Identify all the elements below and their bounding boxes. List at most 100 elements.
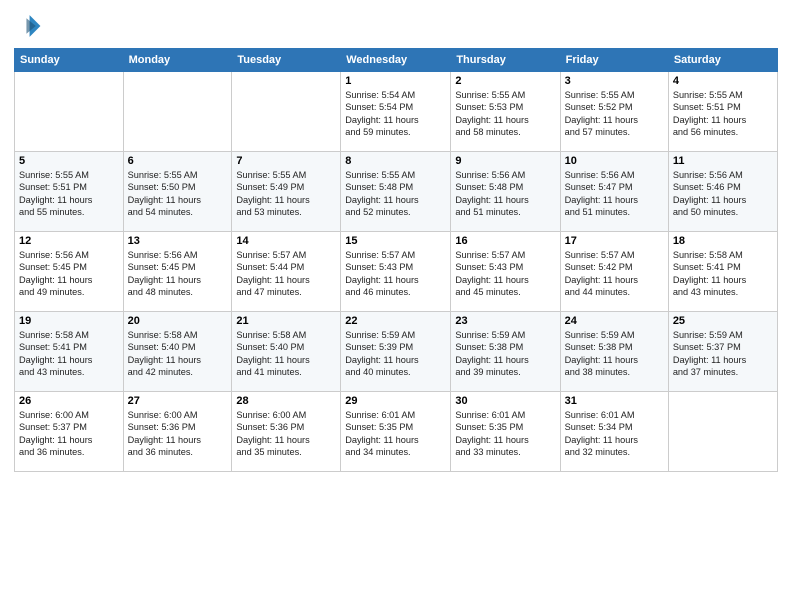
day-number: 5 (19, 155, 119, 167)
day-number: 22 (345, 315, 446, 327)
day-info: Sunrise: 5:55 AM Sunset: 5:50 PM Dayligh… (128, 169, 228, 219)
day-info: Sunrise: 5:58 AM Sunset: 5:40 PM Dayligh… (236, 329, 336, 379)
calendar-cell: 22 Sunrise: 5:59 AM Sunset: 5:39 PM Dayli… (341, 312, 451, 392)
day-info: Sunrise: 5:55 AM Sunset: 5:51 PM Dayligh… (19, 169, 119, 219)
day-info: Sunrise: 5:56 AM Sunset: 5:46 PM Dayligh… (673, 169, 773, 219)
day-number: 13 (128, 235, 228, 247)
day-info: Sunrise: 5:57 AM Sunset: 5:43 PM Dayligh… (455, 249, 555, 299)
day-info: Sunrise: 6:01 AM Sunset: 5:34 PM Dayligh… (565, 409, 664, 459)
weekday-header: Friday (560, 49, 668, 72)
day-number: 23 (455, 315, 555, 327)
day-info: Sunrise: 5:55 AM Sunset: 5:53 PM Dayligh… (455, 89, 555, 139)
calendar-cell: 26 Sunrise: 6:00 AM Sunset: 5:37 PM Dayli… (15, 392, 124, 472)
day-number: 19 (19, 315, 119, 327)
day-number: 20 (128, 315, 228, 327)
day-number: 2 (455, 75, 555, 87)
day-info: Sunrise: 5:59 AM Sunset: 5:38 PM Dayligh… (565, 329, 664, 379)
day-number: 4 (673, 75, 773, 87)
calendar-cell (668, 392, 777, 472)
day-info: Sunrise: 5:55 AM Sunset: 5:52 PM Dayligh… (565, 89, 664, 139)
day-info: Sunrise: 6:01 AM Sunset: 5:35 PM Dayligh… (455, 409, 555, 459)
calendar-cell: 15 Sunrise: 5:57 AM Sunset: 5:43 PM Dayli… (341, 232, 451, 312)
day-info: Sunrise: 5:55 AM Sunset: 5:49 PM Dayligh… (236, 169, 336, 219)
calendar-cell: 20 Sunrise: 5:58 AM Sunset: 5:40 PM Dayli… (123, 312, 232, 392)
calendar-cell: 16Sunrise: 5:57 AM Sunset: 5:43 PM Dayli… (451, 232, 560, 312)
calendar-cell: 2 Sunrise: 5:55 AM Sunset: 5:53 PM Daylig… (451, 72, 560, 152)
day-info: Sunrise: 5:56 AM Sunset: 5:45 PM Dayligh… (128, 249, 228, 299)
day-number: 8 (345, 155, 446, 167)
day-info: Sunrise: 5:55 AM Sunset: 5:48 PM Dayligh… (345, 169, 446, 219)
day-number: 6 (128, 155, 228, 167)
calendar-cell (15, 72, 124, 152)
weekday-header: Wednesday (341, 49, 451, 72)
calendar-week-row: 1Sunrise: 5:54 AM Sunset: 5:54 PM Daylig… (15, 72, 778, 152)
day-number: 15 (345, 235, 446, 247)
calendar-cell: 8 Sunrise: 5:55 AM Sunset: 5:48 PM Daylig… (341, 152, 451, 232)
weekday-header: Tuesday (232, 49, 341, 72)
calendar-cell: 23Sunrise: 5:59 AM Sunset: 5:38 PM Dayli… (451, 312, 560, 392)
day-info: Sunrise: 5:59 AM Sunset: 5:37 PM Dayligh… (673, 329, 773, 379)
calendar-cell (123, 72, 232, 152)
day-info: Sunrise: 5:58 AM Sunset: 5:40 PM Dayligh… (128, 329, 228, 379)
calendar-cell: 30 Sunrise: 6:01 AM Sunset: 5:35 PM Dayli… (451, 392, 560, 472)
day-info: Sunrise: 5:58 AM Sunset: 5:41 PM Dayligh… (673, 249, 773, 299)
page: SundayMondayTuesdayWednesdayThursdayFrid… (0, 0, 792, 612)
calendar-cell: 10Sunrise: 5:56 AM Sunset: 5:47 PM Dayli… (560, 152, 668, 232)
weekday-header: Saturday (668, 49, 777, 72)
calendar-cell: 17Sunrise: 5:57 AM Sunset: 5:42 PM Dayli… (560, 232, 668, 312)
day-info: Sunrise: 5:56 AM Sunset: 5:48 PM Dayligh… (455, 169, 555, 219)
day-number: 25 (673, 315, 773, 327)
calendar-week-row: 5 Sunrise: 5:55 AM Sunset: 5:51 PM Daylig… (15, 152, 778, 232)
day-number: 29 (345, 395, 446, 407)
calendar: SundayMondayTuesdayWednesdayThursdayFrid… (14, 48, 778, 472)
calendar-cell: 5 Sunrise: 5:55 AM Sunset: 5:51 PM Daylig… (15, 152, 124, 232)
day-info: Sunrise: 5:55 AM Sunset: 5:51 PM Dayligh… (673, 89, 773, 139)
day-number: 28 (236, 395, 336, 407)
day-number: 26 (19, 395, 119, 407)
calendar-cell: 6 Sunrise: 5:55 AM Sunset: 5:50 PM Daylig… (123, 152, 232, 232)
day-number: 3 (565, 75, 664, 87)
calendar-cell: 28 Sunrise: 6:00 AM Sunset: 5:36 PM Dayli… (232, 392, 341, 472)
day-number: 21 (236, 315, 336, 327)
calendar-cell: 21 Sunrise: 5:58 AM Sunset: 5:40 PM Dayli… (232, 312, 341, 392)
calendar-cell: 31 Sunrise: 6:01 AM Sunset: 5:34 PM Dayli… (560, 392, 668, 472)
day-number: 24 (565, 315, 664, 327)
day-info: Sunrise: 5:57 AM Sunset: 5:43 PM Dayligh… (345, 249, 446, 299)
calendar-header: SundayMondayTuesdayWednesdayThursdayFrid… (15, 49, 778, 72)
calendar-cell: 7Sunrise: 5:55 AM Sunset: 5:49 PM Daylig… (232, 152, 341, 232)
day-number: 31 (565, 395, 664, 407)
calendar-cell: 1Sunrise: 5:54 AM Sunset: 5:54 PM Daylig… (341, 72, 451, 152)
day-info: Sunrise: 6:00 AM Sunset: 5:37 PM Dayligh… (19, 409, 119, 459)
calendar-cell: 12Sunrise: 5:56 AM Sunset: 5:45 PM Dayli… (15, 232, 124, 312)
day-info: Sunrise: 6:00 AM Sunset: 5:36 PM Dayligh… (236, 409, 336, 459)
weekday-header: Sunday (15, 49, 124, 72)
calendar-cell: 11 Sunrise: 5:56 AM Sunset: 5:46 PM Dayli… (668, 152, 777, 232)
calendar-cell: 3 Sunrise: 5:55 AM Sunset: 5:52 PM Daylig… (560, 72, 668, 152)
day-info: Sunrise: 5:56 AM Sunset: 5:47 PM Dayligh… (565, 169, 664, 219)
weekday-row: SundayMondayTuesdayWednesdayThursdayFrid… (15, 49, 778, 72)
day-info: Sunrise: 6:00 AM Sunset: 5:36 PM Dayligh… (128, 409, 228, 459)
weekday-header: Thursday (451, 49, 560, 72)
calendar-cell: 27 Sunrise: 6:00 AM Sunset: 5:36 PM Dayli… (123, 392, 232, 472)
day-info: Sunrise: 5:58 AM Sunset: 5:41 PM Dayligh… (19, 329, 119, 379)
day-number: 9 (455, 155, 555, 167)
day-number: 27 (128, 395, 228, 407)
day-info: Sunrise: 5:57 AM Sunset: 5:44 PM Dayligh… (236, 249, 336, 299)
day-number: 11 (673, 155, 773, 167)
calendar-cell: 29 Sunrise: 6:01 AM Sunset: 5:35 PM Dayli… (341, 392, 451, 472)
calendar-cell: 25 Sunrise: 5:59 AM Sunset: 5:37 PM Dayli… (668, 312, 777, 392)
day-number: 14 (236, 235, 336, 247)
calendar-cell (232, 72, 341, 152)
logo (14, 12, 46, 40)
calendar-cell: 4 Sunrise: 5:55 AM Sunset: 5:51 PM Daylig… (668, 72, 777, 152)
day-info: Sunrise: 6:01 AM Sunset: 5:35 PM Dayligh… (345, 409, 446, 459)
calendar-cell: 14 Sunrise: 5:57 AM Sunset: 5:44 PM Dayli… (232, 232, 341, 312)
calendar-cell: 13 Sunrise: 5:56 AM Sunset: 5:45 PM Dayli… (123, 232, 232, 312)
day-info: Sunrise: 5:59 AM Sunset: 5:39 PM Dayligh… (345, 329, 446, 379)
day-number: 30 (455, 395, 555, 407)
day-number: 17 (565, 235, 664, 247)
calendar-week-row: 12Sunrise: 5:56 AM Sunset: 5:45 PM Dayli… (15, 232, 778, 312)
calendar-cell: 24 Sunrise: 5:59 AM Sunset: 5:38 PM Dayli… (560, 312, 668, 392)
calendar-week-row: 19 Sunrise: 5:58 AM Sunset: 5:41 PM Dayli… (15, 312, 778, 392)
day-number: 18 (673, 235, 773, 247)
